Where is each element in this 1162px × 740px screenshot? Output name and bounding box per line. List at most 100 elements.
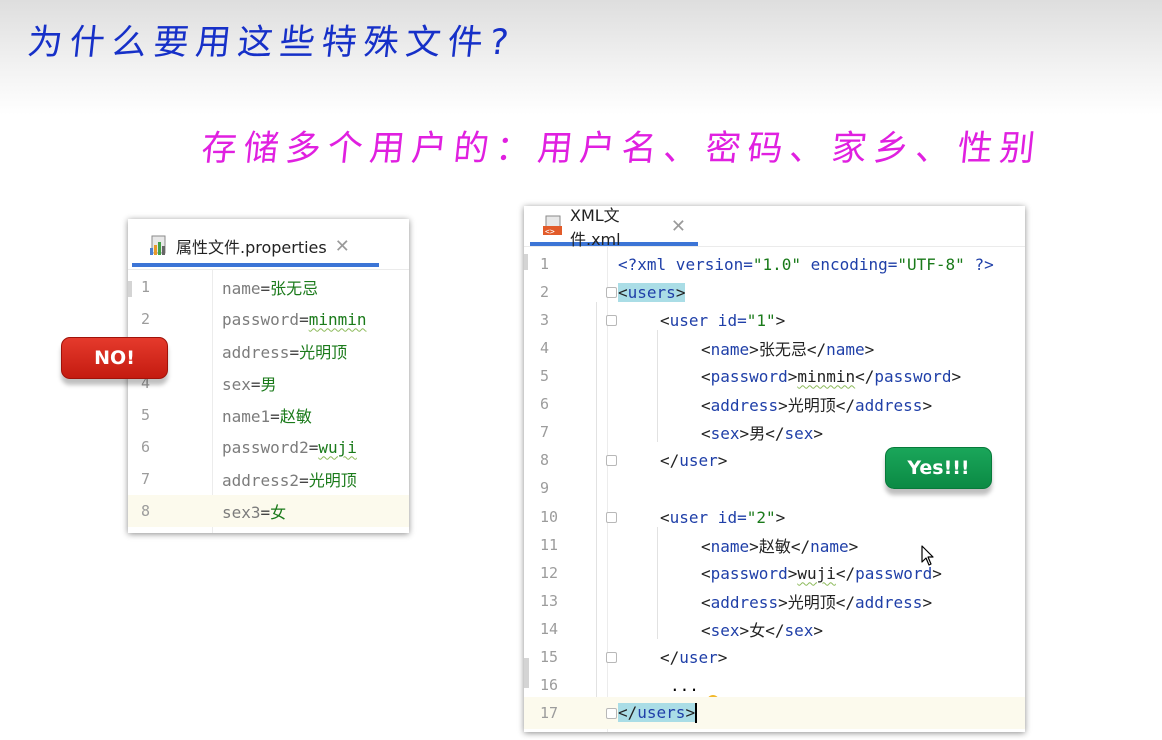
property-separator: =: [299, 309, 309, 329]
line-number: 13: [540, 592, 559, 610]
token: user: [669, 310, 709, 330]
line-number: 10: [540, 508, 559, 526]
token: </: [790, 537, 811, 556]
token: <: [701, 340, 711, 359]
line-number: 7: [141, 470, 151, 488]
line-number: 2: [540, 283, 550, 301]
lightbulb-icon[interactable]: [628, 675, 720, 713]
token: </: [660, 450, 680, 470]
line-content: sex=男: [222, 371, 277, 395]
token: "1": [746, 310, 776, 330]
token: </: [660, 647, 680, 667]
token: >: [787, 563, 798, 583]
token: users: [637, 702, 686, 722]
property-value: 光明顶: [299, 343, 348, 362]
close-icon[interactable]: ✕: [671, 216, 686, 237]
properties-code-area[interactable]: 1name=张无忌2password=minmin3address=光明顶4se…: [128, 271, 409, 533]
xml-code-area[interactable]: 1 <?xml version="1.0" encoding="UTF-8" ?…: [524, 248, 1025, 732]
property-key: password2: [222, 437, 309, 457]
token: >: [775, 507, 786, 527]
tab-label: 属性文件.properties: [176, 238, 327, 257]
line-content: <users>: [618, 282, 686, 302]
token: id=: [708, 310, 747, 330]
token: sex: [784, 621, 814, 640]
line-number: 1: [540, 255, 550, 273]
property-key: sex: [222, 375, 251, 394]
fold-icon[interactable]: [606, 512, 617, 523]
property-separator: =: [289, 343, 300, 362]
line-content: <name>赵敏</name>: [701, 533, 858, 557]
token: "2": [746, 507, 776, 527]
line-number: 6: [540, 395, 550, 413]
fold-icon[interactable]: [606, 287, 617, 298]
line-content: sex3=女: [222, 499, 286, 523]
token: address: [710, 593, 779, 612]
token: "1.0": [752, 254, 802, 274]
line-number: 4: [540, 339, 550, 357]
yes-badge: Yes!!!: [885, 447, 992, 489]
token: minmin: [797, 366, 856, 386]
mouse-pointer-icon: [921, 545, 935, 567]
token: wuji: [797, 563, 836, 583]
property-value: 男: [260, 375, 277, 394]
property-value: 女: [270, 503, 287, 522]
token: ?>: [964, 254, 994, 274]
slide-subtitle: 存储多个用户的：用户名、密码、家乡、性别: [199, 129, 1044, 169]
token: version=: [666, 254, 753, 274]
property-separator: =: [270, 407, 280, 426]
fold-icon[interactable]: [606, 708, 617, 719]
code-line: 3address=光明顶: [128, 335, 409, 367]
property-key: sex3: [222, 503, 261, 522]
line-number: 7: [540, 423, 550, 441]
property-key: password: [222, 309, 300, 329]
property-separator: =: [260, 503, 271, 522]
token: <: [660, 507, 670, 527]
token: >: [717, 647, 728, 667]
properties-editor: 属性文件.properties ✕ 1 name=张无忌 2 password=min…: [128, 219, 409, 533]
code-line: 4 sex=男: [128, 367, 409, 399]
fold-icon[interactable]: [606, 315, 617, 326]
line-number: 14: [540, 620, 559, 638]
property-value: 光明顶: [308, 471, 357, 490]
token: name: [810, 537, 849, 556]
token: users: [627, 282, 676, 302]
line-number: 5: [540, 367, 550, 385]
token: >: [778, 396, 788, 415]
fold-icon[interactable]: [606, 652, 617, 663]
line-number: 1: [141, 278, 151, 296]
token: 光明顶: [787, 396, 836, 415]
line-content: <password>wuji</password>: [701, 564, 942, 583]
fold-icon[interactable]: [606, 455, 617, 466]
line-content: address2=光明顶: [222, 467, 357, 491]
xml-file-icon: <>: [542, 215, 564, 237]
token: >: [749, 340, 759, 359]
token: 女: [749, 621, 766, 640]
properties-file-icon: [148, 235, 170, 257]
line-content: <name>张无忌</name>: [701, 336, 874, 360]
token: sex: [710, 424, 740, 443]
line-content: <address>光明顶</address>: [701, 589, 932, 613]
property-key: name: [222, 279, 261, 298]
token: <: [701, 424, 711, 443]
token: id=: [708, 507, 747, 527]
token: 张无忌: [758, 340, 807, 359]
token: password: [710, 563, 788, 583]
line-number: 15: [540, 648, 559, 666]
token: >: [922, 396, 933, 415]
property-key: address: [222, 343, 290, 362]
tab-properties-file[interactable]: 属性文件.properties ✕: [132, 229, 379, 267]
token: >: [739, 424, 750, 443]
property-separator: =: [260, 279, 271, 298]
token: address: [710, 396, 779, 415]
line-number: 11: [540, 536, 559, 554]
line-content: </users>: [618, 702, 698, 724]
token: >: [739, 621, 750, 640]
properties-tab-bar: 属性文件.properties ✕: [128, 219, 409, 270]
property-separator: =: [299, 471, 309, 490]
code-line: 7 address2=光明顶: [128, 463, 409, 495]
token: 赵敏: [758, 537, 791, 556]
token: <?: [618, 254, 638, 274]
tab-xml-file[interactable]: <> XML文件.xml ✕: [530, 206, 698, 249]
close-icon[interactable]: ✕: [335, 236, 350, 257]
token: >: [922, 593, 933, 612]
